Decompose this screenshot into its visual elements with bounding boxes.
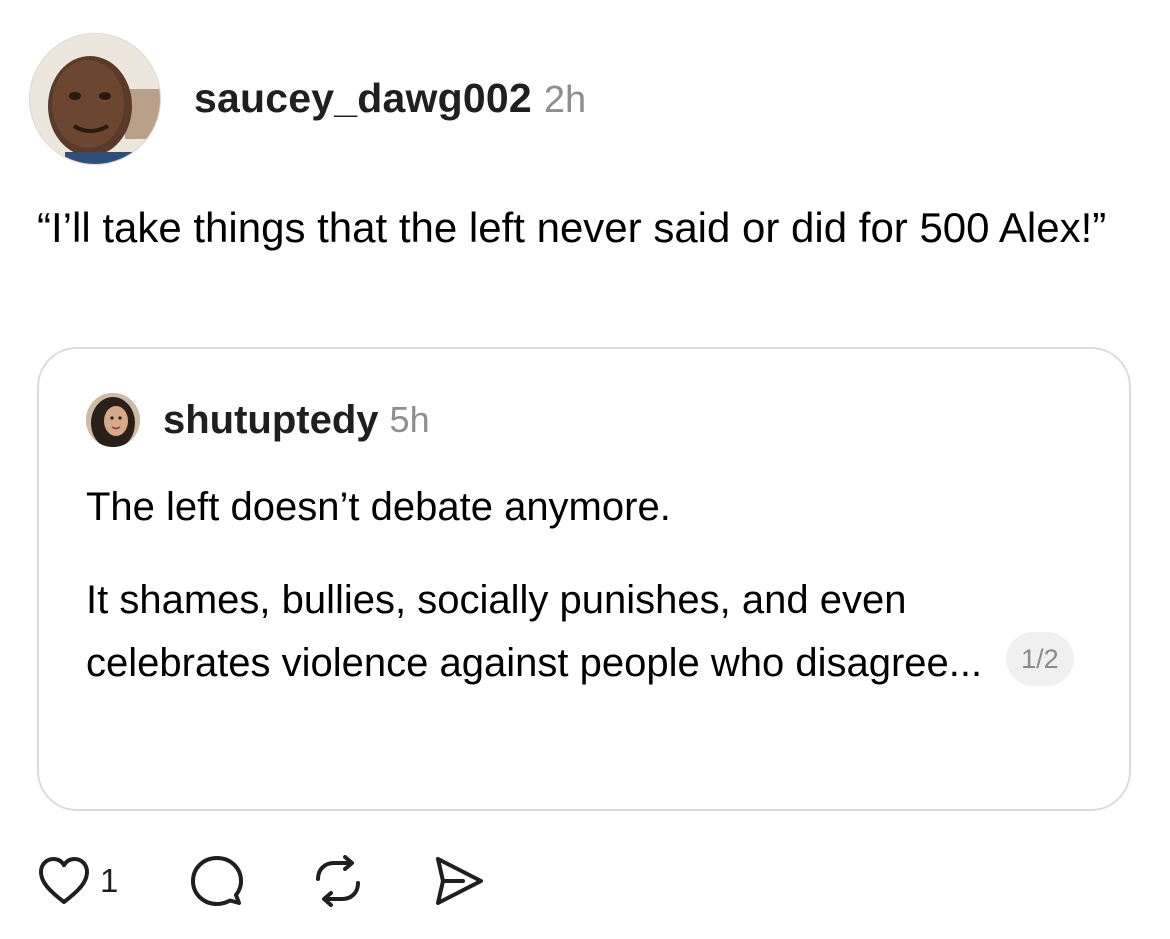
avatar[interactable] — [30, 34, 160, 164]
quoted-post-body: The left doesn’t debate anymore. It sham… — [86, 476, 1086, 695]
share-button[interactable] — [431, 854, 485, 908]
post-header: saucey_dawg002 2h — [30, 34, 586, 164]
quoted-paragraph-2: It shames, bullies, socially punishes, a… — [86, 569, 1086, 695]
quoted-post-card[interactable]: shutuptedy 5h The left doesn’t debate an… — [37, 347, 1131, 811]
quoted-post-header: shutuptedy 5h — [86, 393, 430, 447]
comment-icon — [190, 854, 244, 908]
heart-icon — [37, 855, 91, 907]
quoted-avatar-image — [86, 393, 140, 447]
thread-post: saucey_dawg002 2h “I’ll take things that… — [0, 0, 1170, 939]
like-count: 1 — [100, 862, 119, 899]
share-icon — [431, 854, 485, 908]
quoted-username[interactable]: shutuptedy — [163, 398, 379, 443]
comment-button[interactable] — [190, 854, 244, 908]
repost-button[interactable] — [311, 854, 365, 908]
quoted-post-time: 5h — [389, 399, 430, 440]
username[interactable]: saucey_dawg002 — [194, 75, 532, 122]
post-time: 2h — [543, 78, 587, 121]
post-text: “I’ll take things that the left never sa… — [37, 204, 1107, 251]
quoted-paragraph-2-text: It shames, bullies, socially punishes, a… — [86, 578, 983, 685]
page-indicator-badge: 1/2 — [1006, 632, 1074, 687]
action-bar: 1 — [37, 853, 485, 909]
quoted-paragraph-1: The left doesn’t debate anymore. — [86, 485, 671, 529]
avatar-image — [30, 34, 160, 164]
quoted-avatar[interactable] — [86, 393, 140, 447]
username-row: saucey_dawg002 2h — [194, 75, 586, 122]
repost-icon — [311, 854, 365, 908]
like-button[interactable]: 1 — [37, 855, 118, 907]
